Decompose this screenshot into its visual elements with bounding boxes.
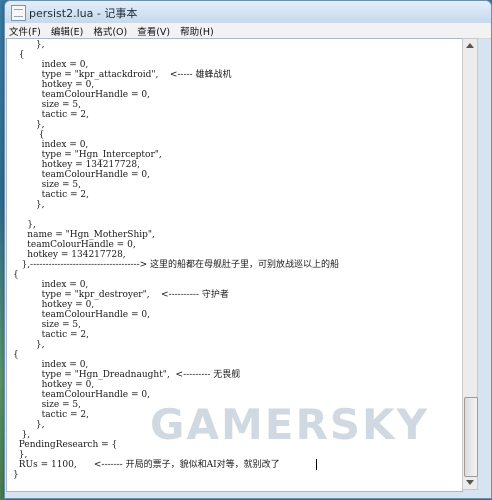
code-line: hotkey = 0, — [13, 380, 95, 390]
code-line: tactic = 2, — [13, 190, 90, 200]
code-line: }, — [13, 340, 45, 350]
code-line: PendingResearch = { — [13, 440, 118, 450]
code-line: hotkey = 134217728, — [13, 250, 126, 260]
code-line: tactic = 2, — [13, 410, 90, 420]
code-line: hotkey = 134217728, — [13, 160, 140, 170]
code-line: tactic = 2, — [13, 330, 90, 340]
code-line: { — [13, 50, 25, 60]
text-caret — [316, 459, 317, 470]
code-line: index = 0, — [13, 280, 89, 290]
code-line: }, — [13, 120, 45, 130]
scroll-up-arrow-icon[interactable] — [466, 43, 474, 48]
code-line: { — [13, 270, 19, 280]
code-line: index = 0, — [13, 360, 89, 370]
code-line: index = 0, — [13, 140, 89, 150]
notepad-icon — [11, 5, 26, 21]
code-line: RUs = 1100, <------- 开局的票子，貌似和AI对等，就别改了 — [13, 460, 280, 470]
vertical-scrollbar[interactable] — [462, 38, 478, 490]
code-line: },------------------------------------> … — [13, 260, 340, 270]
code-line: index = 0, — [13, 60, 89, 70]
code-line: size = 5, — [13, 180, 82, 190]
scroll-down-arrow-icon[interactable] — [466, 480, 474, 485]
code-line: teamColourHandle = 0, — [13, 240, 136, 250]
code-line: hotkey = 0, — [13, 300, 95, 310]
code-line: teamColourHandle = 0, — [13, 170, 150, 180]
menu-file[interactable]: 文件(F) — [9, 24, 41, 38]
menu-help[interactable]: 帮助(H) — [180, 24, 214, 38]
title-bar[interactable]: persist2.lua - 记事本 — [5, 1, 491, 23]
code-line: teamColourHandle = 0, — [13, 390, 150, 400]
code-line: tactic = 2, — [13, 110, 90, 120]
code-line: teamColourHandle = 0, — [13, 310, 150, 320]
code-line: size = 5, — [13, 100, 82, 110]
code-line: name = "Hgn_MotherShip", — [13, 230, 155, 240]
code-line: type = "kpr_destroyer", <---------- 守护者 — [13, 290, 229, 300]
code-line: size = 5, — [13, 400, 82, 410]
code-line: teamColourHandle = 0, — [13, 90, 150, 100]
window-title: persist2.lua - 记事本 — [29, 7, 138, 20]
code-line: type = "kpr_attackdroid", <----- 雄蜂战机 — [13, 70, 232, 80]
menu-edit[interactable]: 编辑(E) — [51, 24, 83, 38]
code-line: type = "Hgn_Dreadnaught", <--------- 无畏舰 — [13, 370, 241, 380]
code-line: { — [13, 350, 19, 360]
watermark-logo: GAMERSKY — [150, 400, 430, 449]
menu-view[interactable]: 查看(V) — [137, 24, 170, 38]
menu-bar: 文件(F) 编辑(E) 格式(O) 查看(V) 帮助(H) — [5, 23, 491, 39]
code-line: { — [13, 130, 45, 140]
code-line: hotkey = 0, — [13, 80, 95, 90]
menu-format[interactable]: 格式(O) — [93, 24, 127, 38]
code-line: size = 5, — [13, 320, 82, 330]
scroll-thumb[interactable] — [464, 397, 478, 477]
code-line: } — [13, 470, 19, 480]
code-line: }, — [13, 200, 45, 210]
code-line: }, — [13, 430, 31, 440]
code-line: }, — [13, 450, 28, 460]
code-line: type = "Hgn_Interceptor", — [13, 150, 162, 160]
code-line: }, — [13, 420, 45, 430]
code-line: }, — [13, 40, 45, 50]
code-line: }, — [13, 220, 36, 230]
